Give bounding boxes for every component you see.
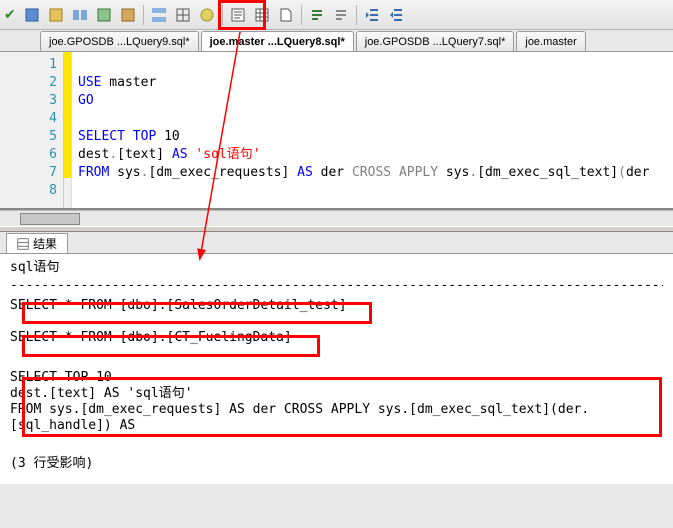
uncomment-icon[interactable] <box>330 4 352 26</box>
results-tab[interactable]: 结果 <box>6 233 68 253</box>
t: GO <box>78 93 94 108</box>
t: der <box>626 165 649 180</box>
ln: 1 <box>0 56 57 74</box>
tab-query9[interactable]: joe.GPOSDB ...LQuery9.sql* <box>40 31 199 51</box>
t: FROM <box>78 165 109 180</box>
t <box>109 165 117 180</box>
sql-editor[interactable]: 1 2 3 4 5 6 7 8 USE master GO SELECT TOP… <box>0 52 673 210</box>
t: TOP <box>133 129 156 144</box>
t <box>391 165 399 180</box>
document-tabstrip: joe.GPOSDB ...LQuery9.sql* joe.master ..… <box>0 30 673 52</box>
t: [dm_exec_requests] <box>148 165 297 180</box>
tab-query8[interactable]: joe.master ...LQuery8.sql* <box>201 31 354 51</box>
t: 'sql语句' <box>195 147 260 162</box>
tab-query8-label: joe.master ...LQuery8.sql* <box>210 36 345 48</box>
t: AS <box>297 165 313 180</box>
tb-btn-3[interactable] <box>69 4 91 26</box>
line-gutter: 1 2 3 4 5 6 7 8 <box>0 52 64 208</box>
tb-btn-7[interactable] <box>172 4 194 26</box>
ln: 4 <box>0 110 57 128</box>
t: [text] <box>117 147 172 162</box>
t: SELECT <box>78 129 125 144</box>
ln: 3 <box>0 92 57 110</box>
scrollbar-thumb[interactable] <box>20 213 80 225</box>
t: CROSS <box>352 165 391 180</box>
toolbar-separator <box>143 5 144 25</box>
t: der <box>313 165 352 180</box>
annotation-box-row3 <box>22 377 662 437</box>
t: ( <box>618 165 626 180</box>
tab-master[interactable]: joe.master <box>516 31 585 51</box>
t: sys <box>446 165 469 180</box>
results-icon <box>17 238 29 250</box>
ln: 7 <box>0 164 57 182</box>
results-tabstrip: 结果 <box>0 232 673 254</box>
tb-btn-4[interactable] <box>93 4 115 26</box>
t: AS <box>172 147 188 162</box>
increase-indent-icon[interactable] <box>385 4 407 26</box>
t <box>125 129 133 144</box>
tb-btn-1[interactable] <box>21 4 43 26</box>
tb-btn-8[interactable] <box>196 4 218 26</box>
annotation-box-row2 <box>22 335 320 357</box>
t: master <box>101 75 156 90</box>
ln: 2 <box>0 74 57 92</box>
results-file-icon[interactable] <box>275 4 297 26</box>
tb-btn-6[interactable] <box>148 4 170 26</box>
tab-query7[interactable]: joe.GPOSDB ...LQuery7.sql* <box>356 31 515 51</box>
decrease-indent-icon[interactable] <box>361 4 383 26</box>
results-column-header: sql语句 <box>10 260 663 276</box>
toolbar-separator <box>301 5 302 25</box>
t: dest <box>78 147 109 162</box>
results-tab-label: 结果 <box>33 235 57 252</box>
t: . <box>109 147 117 162</box>
t: USE <box>78 75 101 90</box>
ln: 8 <box>0 182 57 200</box>
comment-icon[interactable] <box>306 4 328 26</box>
t: 10 <box>156 129 179 144</box>
change-marker-strip <box>64 52 72 208</box>
results-text-pane[interactable]: sql语句 ----------------------------------… <box>0 254 673 484</box>
tb-btn-5[interactable] <box>117 4 139 26</box>
toolbar: ✔ <box>0 0 673 30</box>
t: sys <box>117 165 140 180</box>
ln: 6 <box>0 146 57 164</box>
editor-hscroll[interactable] <box>0 210 673 226</box>
tb-btn-2[interactable] <box>45 4 67 26</box>
t <box>438 165 446 180</box>
ln: 5 <box>0 128 57 146</box>
results-divider: ----------------------------------------… <box>10 278 663 294</box>
toolbar-separator <box>356 5 357 25</box>
t: APPLY <box>399 165 438 180</box>
t: [dm_exec_sql_text] <box>477 165 618 180</box>
execute-check-icon: ✔ <box>4 6 16 23</box>
annotation-box-toolbar <box>218 0 266 30</box>
rows-affected: (3 行受影响) <box>10 456 663 472</box>
code-area[interactable]: USE master GO SELECT TOP 10 dest.[text] … <box>72 52 673 208</box>
annotation-box-row1 <box>22 302 372 324</box>
